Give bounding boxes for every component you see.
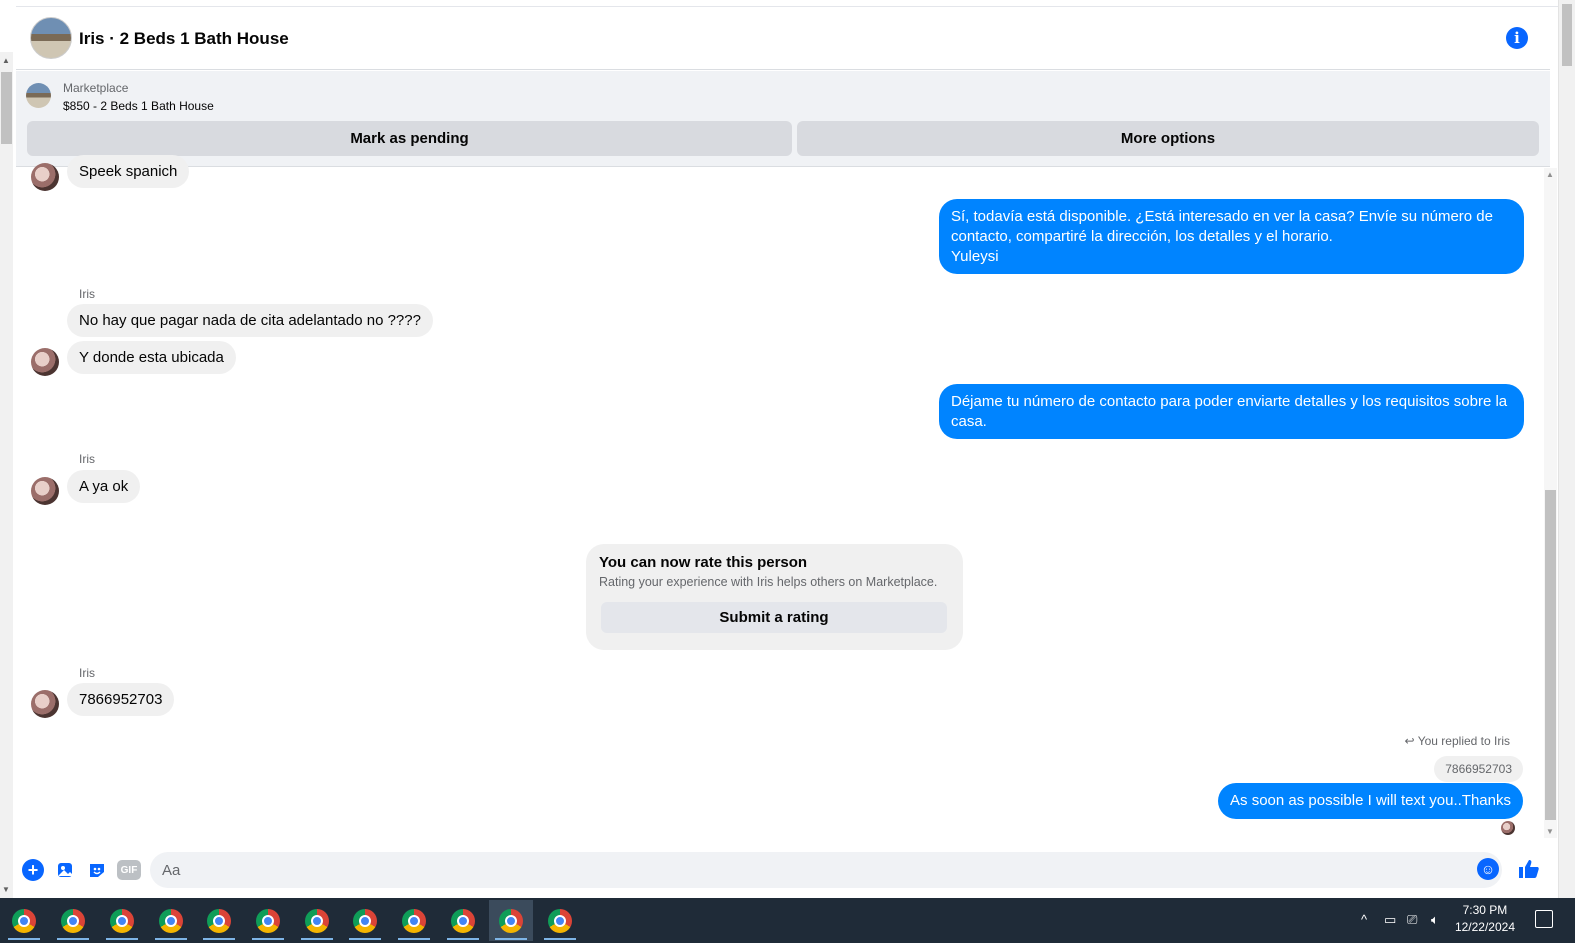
conversation-header: Iris · 2 Beds 1 Bath House i bbox=[16, 7, 1550, 70]
chrome-icon bbox=[353, 908, 377, 933]
clock-date: 12/22/2024 bbox=[1454, 920, 1515, 934]
conversation-title[interactable]: Iris · 2 Beds 1 Bath House bbox=[79, 29, 289, 49]
taskbar-chrome-7[interactable] bbox=[295, 900, 339, 941]
sender-name: Iris bbox=[79, 287, 95, 301]
chrome-icon bbox=[451, 908, 475, 933]
taskbar-app-indicator bbox=[495, 938, 527, 940]
taskbar-clock[interactable]: 7:30 PM 12/22/2024 bbox=[1455, 902, 1515, 936]
more-options-button[interactable]: More options bbox=[797, 121, 1539, 156]
sticker-icon[interactable] bbox=[86, 859, 108, 881]
left-scrollbar-thumb[interactable] bbox=[1, 72, 12, 144]
taskbar-app-indicator bbox=[57, 938, 89, 940]
info-icon[interactable]: i bbox=[1506, 27, 1528, 49]
chrome-icon bbox=[110, 908, 134, 933]
seen-receipt-avatar bbox=[1501, 821, 1515, 835]
message-input[interactable] bbox=[150, 852, 1502, 888]
chat-scroll-down-arrow[interactable]: ▼ bbox=[1546, 827, 1554, 836]
sender-avatar[interactable] bbox=[31, 163, 59, 191]
messenger-window: ▲ ▼ Iris · 2 Beds 1 Bath House i Marketp… bbox=[0, 0, 1575, 943]
taskbar-chrome-5[interactable] bbox=[197, 900, 241, 941]
incoming-message[interactable]: Y donde esta ubicada bbox=[67, 341, 236, 374]
meet-now-icon[interactable]: ▭ bbox=[1384, 912, 1396, 928]
listing-thumbnail[interactable] bbox=[26, 83, 51, 108]
chrome-icon bbox=[207, 908, 231, 933]
marketplace-label: Marketplace bbox=[63, 81, 129, 95]
chrome-icon bbox=[256, 908, 280, 933]
sender-avatar[interactable] bbox=[31, 690, 59, 718]
chat-scrollbar[interactable]: ▲ ▼ bbox=[1544, 168, 1557, 838]
incoming-message[interactable]: A ya ok bbox=[67, 470, 141, 503]
show-hidden-icons-icon[interactable]: ^ bbox=[1361, 912, 1367, 927]
chat-scrollbar-thumb[interactable] bbox=[1545, 490, 1556, 820]
scroll-down-arrow[interactable]: ▼ bbox=[2, 885, 10, 894]
notifications-icon[interactable] bbox=[1535, 910, 1553, 928]
quoted-message[interactable]: 7866952703 bbox=[1434, 756, 1523, 782]
gif-icon[interactable]: GIF bbox=[117, 860, 141, 880]
taskbar-chrome-2[interactable] bbox=[51, 900, 95, 941]
network-icon[interactable]: ⎚ bbox=[1407, 912, 1417, 928]
marketplace-bar: Marketplace $850 - 2 Beds 1 Bath House M… bbox=[16, 71, 1550, 167]
taskbar-app-indicator bbox=[155, 938, 187, 940]
volume-icon[interactable]: 🔈︎ bbox=[1431, 912, 1439, 928]
chrome-icon bbox=[548, 908, 572, 933]
chrome-icon bbox=[402, 908, 426, 933]
taskbar-app-indicator bbox=[301, 938, 333, 940]
taskbar-app-indicator bbox=[544, 938, 576, 940]
emoji-icon[interactable]: ☺ bbox=[1477, 858, 1499, 880]
chrome-icon bbox=[159, 908, 183, 933]
chrome-icon bbox=[61, 908, 85, 933]
outgoing-message[interactable]: As soon as possible I will text you..Tha… bbox=[1218, 783, 1523, 819]
outgoing-message[interactable]: Sí, todavía está disponible. ¿Está inter… bbox=[939, 199, 1524, 274]
thumbs-up-icon[interactable] bbox=[1516, 856, 1542, 882]
taskbar-app-indicator bbox=[8, 938, 40, 940]
taskbar-app-indicator bbox=[349, 938, 381, 940]
taskbar-app-indicator bbox=[398, 938, 430, 940]
sender-name: Iris bbox=[79, 452, 95, 466]
taskbar-chrome-6[interactable] bbox=[246, 900, 290, 941]
chrome-icon bbox=[305, 908, 329, 933]
outgoing-message[interactable]: Déjame tu número de contacto para poder … bbox=[939, 384, 1524, 439]
chrome-icon bbox=[499, 908, 523, 933]
clock-time: 7:30 PM bbox=[1462, 903, 1508, 917]
taskbar-chrome-9[interactable] bbox=[392, 900, 436, 941]
incoming-message[interactable]: No hay que pagar nada de cita adelantado… bbox=[67, 304, 433, 337]
chrome-icon bbox=[12, 908, 36, 933]
outgoing-message-text: Sí, todavía está disponible. ¿Está inter… bbox=[951, 208, 1493, 245]
message-composer: + GIF ☺ bbox=[16, 850, 1550, 898]
incoming-message[interactable]: Speek spanich bbox=[67, 155, 190, 188]
taskbar-app-indicator bbox=[203, 938, 235, 940]
reply-arrow-icon: ↩ bbox=[1404, 734, 1415, 748]
incoming-message[interactable]: 7866952703 bbox=[67, 683, 175, 716]
taskbar-chrome-8[interactable] bbox=[343, 900, 387, 941]
taskbar-chrome-1[interactable] bbox=[2, 900, 46, 941]
listing-title[interactable]: $850 - 2 Beds 1 Bath House bbox=[63, 99, 214, 113]
left-scrollbar[interactable]: ▲ ▼ bbox=[0, 52, 13, 898]
submit-rating-button[interactable]: Submit a rating bbox=[601, 602, 947, 633]
sender-avatar[interactable] bbox=[31, 348, 59, 376]
taskbar-app-indicator bbox=[106, 938, 138, 940]
listing-avatar[interactable] bbox=[30, 17, 72, 59]
rate-card-subtitle: Rating your experience with Iris helps o… bbox=[599, 575, 938, 589]
rate-person-card: You can now rate this person Rating your… bbox=[586, 544, 963, 650]
sender-avatar[interactable] bbox=[31, 477, 59, 505]
taskbar-chrome-3[interactable] bbox=[100, 900, 144, 941]
taskbar-chrome-10[interactable] bbox=[441, 900, 485, 941]
sender-name: Iris bbox=[79, 666, 95, 680]
chat-scroll-up-arrow[interactable]: ▲ bbox=[1546, 170, 1554, 179]
taskbar-chrome-4[interactable] bbox=[149, 900, 193, 941]
taskbar-chrome-11-active[interactable] bbox=[489, 900, 533, 941]
outgoing-message-signature: Yuleysi bbox=[951, 248, 999, 265]
taskbar-app-indicator bbox=[447, 938, 479, 940]
reply-indicator: ↩ You replied to Iris bbox=[1405, 734, 1510, 748]
taskbar-app-indicator bbox=[252, 938, 284, 940]
taskbar-chrome-12[interactable] bbox=[538, 900, 582, 941]
rate-card-title: You can now rate this person bbox=[599, 554, 808, 571]
reply-indicator-text: You replied to Iris bbox=[1417, 734, 1510, 748]
photo-icon[interactable] bbox=[54, 859, 76, 881]
page-scrollbar[interactable] bbox=[1558, 0, 1575, 898]
plus-icon[interactable]: + bbox=[22, 859, 44, 881]
page-scrollbar-thumb[interactable] bbox=[1562, 4, 1572, 66]
scroll-up-arrow[interactable]: ▲ bbox=[2, 56, 10, 65]
mark-as-pending-button[interactable]: Mark as pending bbox=[27, 121, 792, 156]
